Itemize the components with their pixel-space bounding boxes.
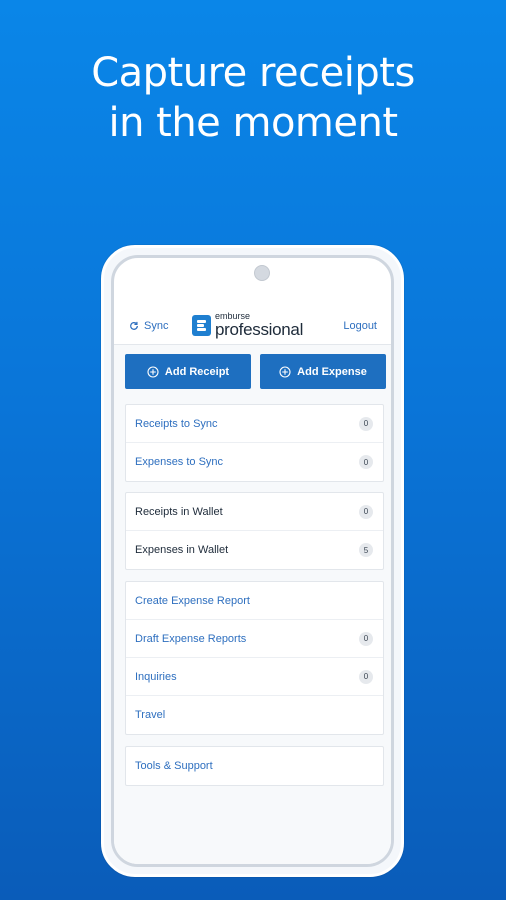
- list-item-label: Draft Expense Reports: [135, 632, 247, 645]
- logout-button[interactable]: Logout: [343, 320, 377, 332]
- list-item-label: Inquiries: [135, 670, 177, 683]
- support-group: Tools & Support: [125, 746, 384, 786]
- camera-icon: [254, 265, 270, 281]
- sync-group: Receipts to Sync 0 Expenses to Sync 0: [125, 404, 384, 482]
- expenses-in-wallet-item[interactable]: Expenses in Wallet 5: [126, 531, 383, 569]
- add-receipt-label: Add Receipt: [164, 365, 230, 378]
- add-expense-button[interactable]: Add Expense: [260, 354, 386, 389]
- plus-circle-icon: [279, 365, 291, 378]
- logo-product: professional: [215, 320, 304, 339]
- sync-label: Sync: [144, 320, 169, 332]
- phone-screen: Sync emburse professional Logout Add Rec…: [111, 255, 394, 867]
- count-badge: 0: [359, 504, 373, 519]
- count-badge: 5: [359, 543, 373, 557]
- list-item-label: Receipts to Sync: [135, 417, 218, 430]
- draft-expense-reports-item[interactable]: Draft Expense Reports 0: [126, 620, 383, 658]
- list-item-label: Expenses to Sync: [135, 456, 224, 468]
- add-receipt-button[interactable]: Add Receipt: [125, 354, 251, 389]
- travel-item[interactable]: Travel: [126, 696, 383, 734]
- reports-group: Create Expense Report Draft Expense Repo…: [125, 581, 384, 735]
- list-item-label: Receipts in Wallet: [135, 505, 223, 518]
- list-item-label: Travel: [135, 709, 166, 721]
- receipts-in-wallet-item[interactable]: Receipts in Wallet 0: [126, 493, 383, 531]
- promo-headline: Capture receipts in the moment: [0, 48, 506, 148]
- tools-support-item[interactable]: Tools & Support: [126, 747, 383, 785]
- headline-line-1: Capture receipts: [91, 50, 415, 96]
- list-item-label: Create Expense Report: [135, 594, 250, 607]
- plus-circle-icon: [147, 365, 159, 378]
- headline-line-2: in the moment: [108, 100, 398, 146]
- create-expense-report-item[interactable]: Create Expense Report: [126, 582, 383, 620]
- count-badge: 0: [359, 416, 373, 431]
- inquiries-item[interactable]: Inquiries 0: [126, 658, 383, 696]
- list-item-label: Tools & Support: [135, 760, 213, 772]
- expenses-to-sync-item[interactable]: Expenses to Sync 0: [126, 443, 383, 481]
- list-item-label: Expenses in Wallet: [135, 544, 229, 556]
- add-expense-label: Add Expense: [297, 365, 367, 378]
- receipts-to-sync-item[interactable]: Receipts to Sync 0: [126, 405, 383, 443]
- emburse-logo-icon: [192, 314, 211, 336]
- count-badge: 0: [359, 631, 373, 646]
- sync-button[interactable]: Sync: [129, 320, 168, 332]
- phone-frame: Sync emburse professional Logout Add Rec…: [101, 245, 404, 877]
- app-logo: emburse professional: [192, 312, 303, 338]
- count-badge: 0: [359, 455, 373, 469]
- refresh-icon: [130, 321, 138, 330]
- app-bar: Sync emburse professional Logout: [114, 310, 391, 345]
- count-badge: 0: [359, 669, 373, 684]
- wallet-group: Receipts in Wallet 0 Expenses in Wallet …: [125, 492, 384, 570]
